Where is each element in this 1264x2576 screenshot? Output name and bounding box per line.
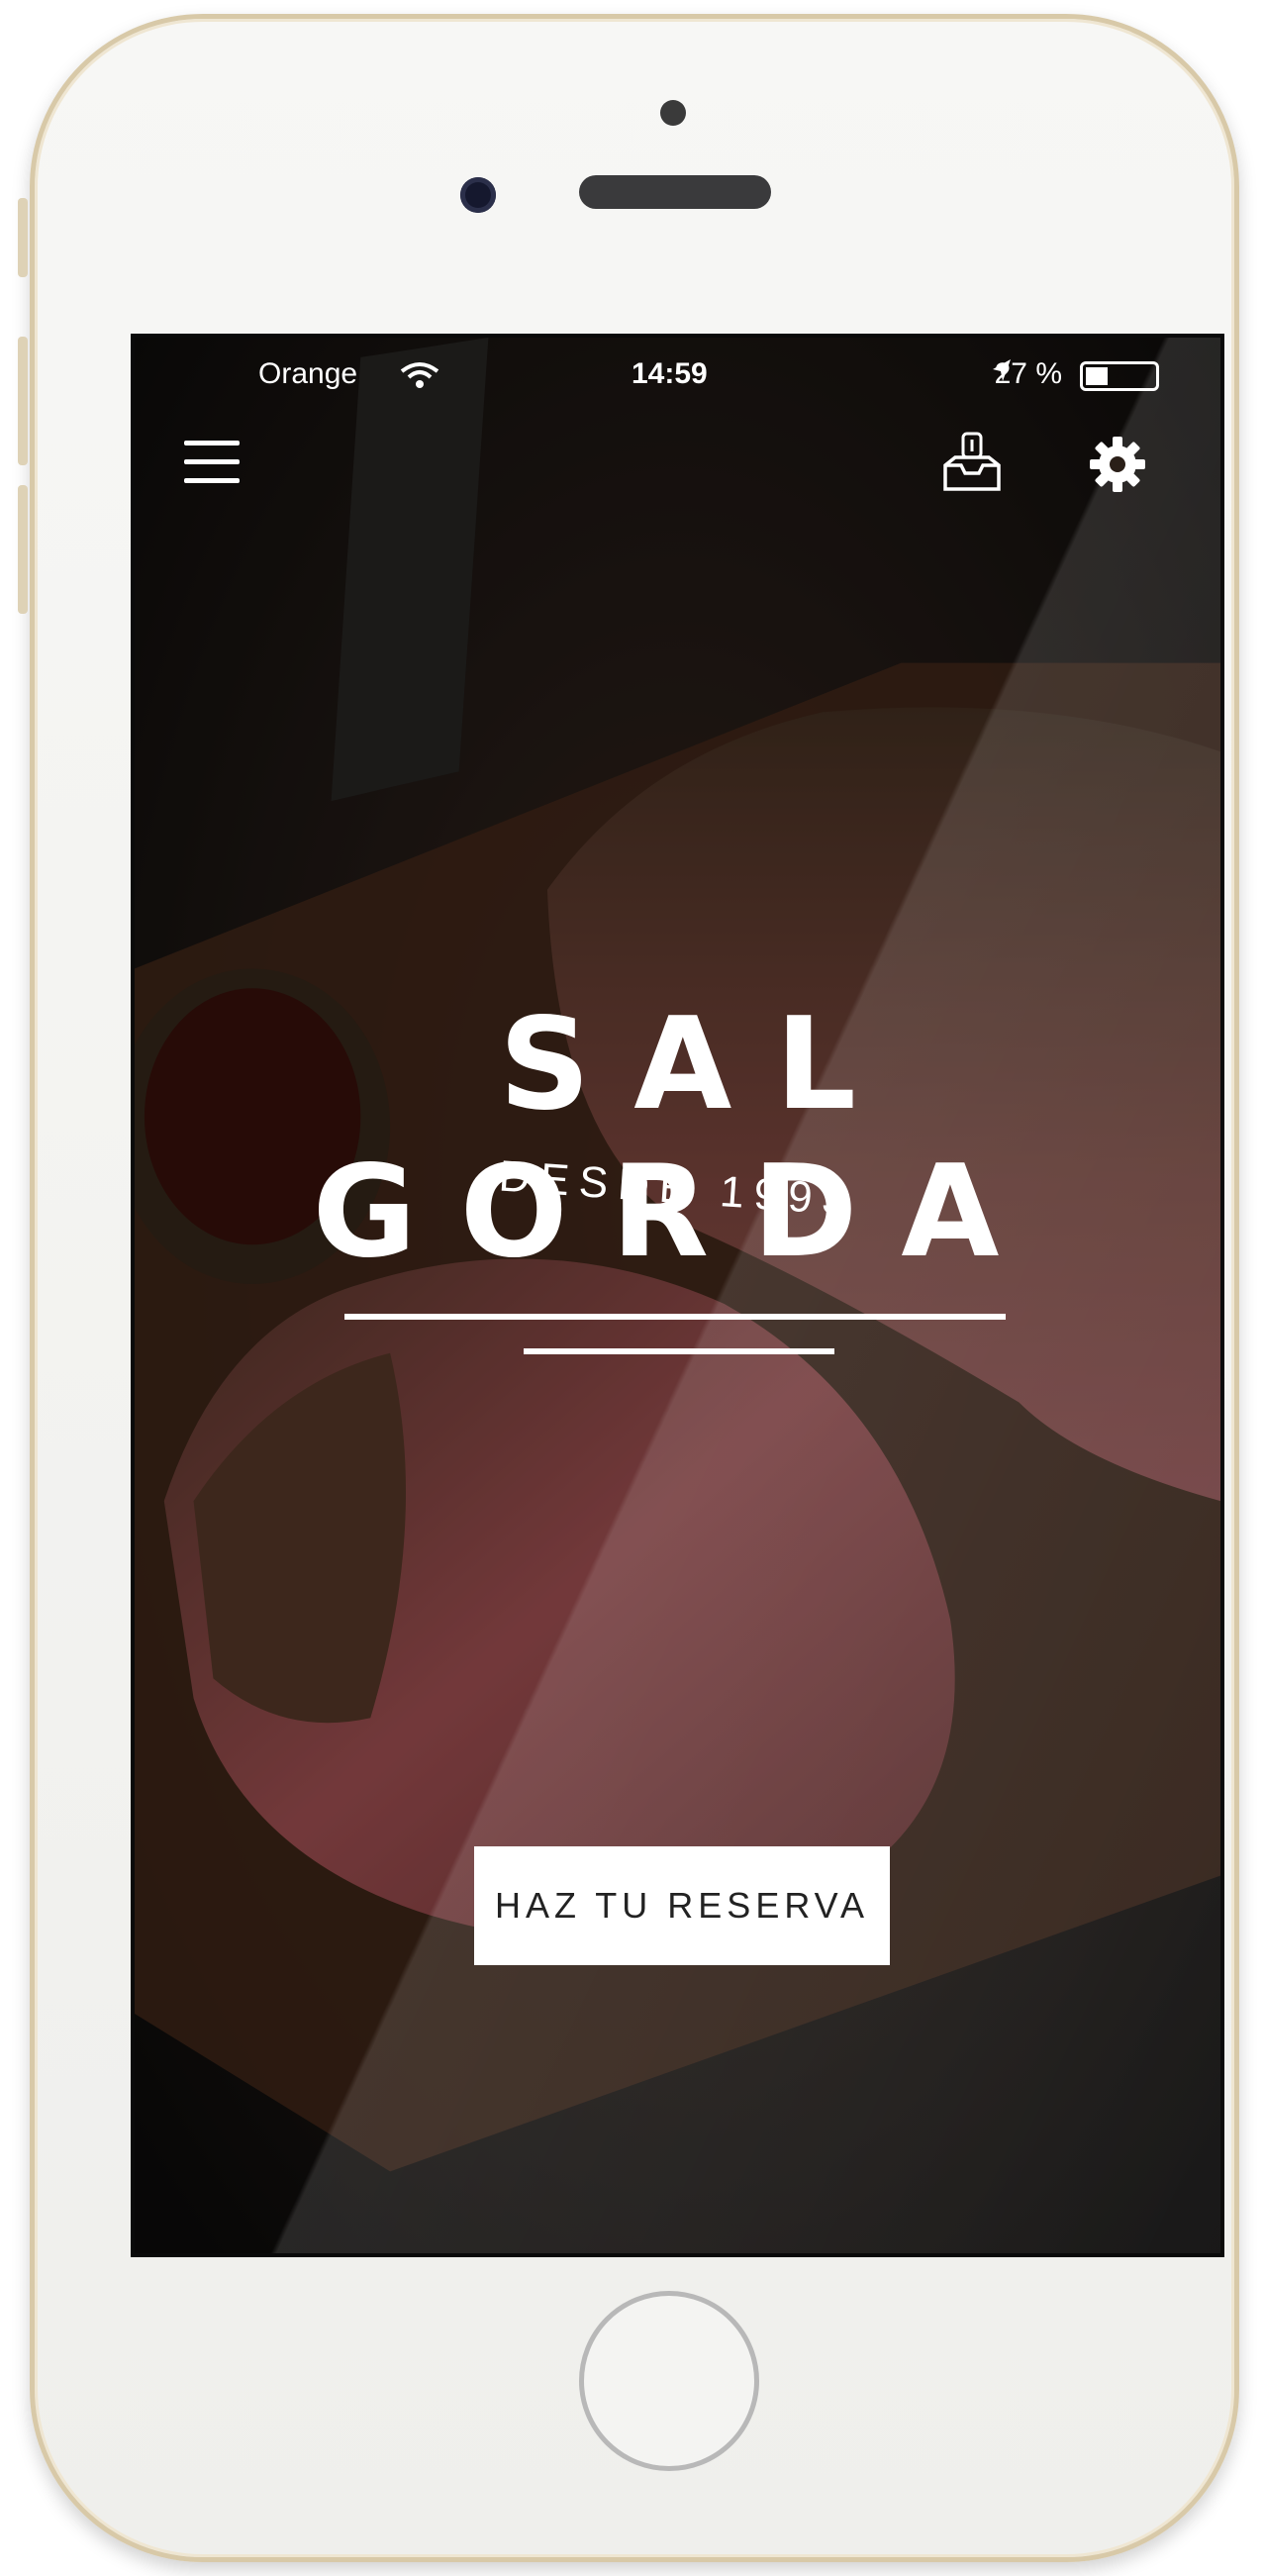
battery-icon — [1080, 361, 1159, 391]
phone-frame: Orange 14:59 27 % SAL GORDA DESDE 1993 H… — [30, 14, 1239, 2562]
carrier-name: Orange — [258, 357, 358, 390]
status-time: 14:59 — [632, 357, 708, 390]
divider-short — [524, 1348, 834, 1354]
volume-down-button — [18, 485, 28, 614]
hamburger-menu-icon[interactable] — [184, 441, 240, 490]
home-button[interactable] — [579, 2291, 759, 2471]
app-screen: Orange 14:59 27 % SAL GORDA DESDE 1993 H… — [131, 334, 1224, 2257]
battery-percent: 27 % — [994, 357, 1062, 390]
hero-background-image — [135, 338, 1220, 2253]
volume-up-button — [18, 337, 28, 465]
gear-icon[interactable] — [1088, 435, 1147, 494]
reservation-button[interactable]: HAZ TU RESERVA — [474, 1846, 890, 1965]
tray-inbox-icon[interactable] — [941, 432, 1003, 493]
wifi-icon — [400, 362, 439, 388]
mute-switch — [18, 198, 28, 277]
divider-long — [344, 1314, 1006, 1320]
proximity-sensor — [660, 100, 686, 126]
status-bar: Orange 14:59 27 % — [135, 349, 1220, 399]
earpiece-speaker — [579, 175, 771, 209]
front-camera — [460, 177, 496, 213]
